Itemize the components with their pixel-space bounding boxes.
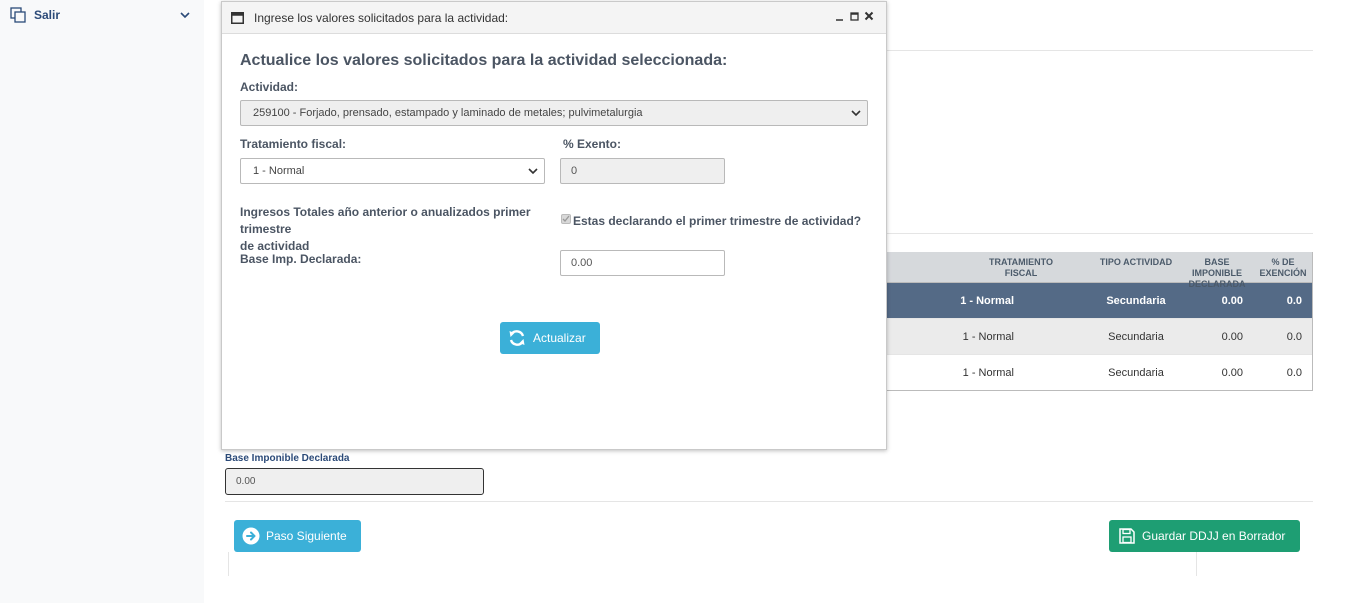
cell-exencion: 0.0 (1286, 366, 1302, 379)
maximize-icon[interactable] (847, 11, 861, 24)
base-imp-input[interactable]: 0.00 (560, 250, 725, 276)
sidebar-item-label: Salir (34, 8, 61, 22)
exento-label: % Exento: (563, 137, 622, 151)
top-divider (886, 50, 1313, 51)
header-base: BASE IMPONIBLE DECLARADA (1188, 257, 1246, 289)
close-icon[interactable] (862, 11, 876, 24)
primer-trimestre-label: Estas declarando el primer trimestre de … (573, 214, 862, 228)
base-imp-label: Base Imp. Declarada: (240, 252, 362, 266)
next-step-button[interactable]: Paso Siguiente (234, 520, 361, 552)
minimize-icon[interactable] (832, 12, 846, 24)
base-imponible-label: Base Imponible Declarada (225, 453, 350, 464)
floppy-disk-icon (1119, 528, 1135, 544)
arrow-right-circle-icon (242, 527, 260, 545)
primer-trimestre-checkbox[interactable] (561, 214, 571, 224)
save-draft-button[interactable]: Guardar DDJJ en Borrador (1109, 520, 1300, 552)
exento-field: 0 (560, 158, 725, 184)
table-header: TRATAMIENTO FISCAL TIPO ACTIVIDAD BASE I… (886, 252, 1312, 289)
copy-icon (10, 7, 26, 23)
chevron-down-icon (851, 110, 861, 117)
actividad-label: Actividad: (240, 80, 299, 94)
window-icon (231, 11, 244, 24)
tratamiento-fiscal-select[interactable]: 1 - Normal (240, 158, 545, 184)
save-draft-label: Guardar DDJJ en Borrador (1142, 529, 1286, 543)
cell-tipo: Secundaria (1108, 330, 1164, 343)
sidebar: Salir (0, 0, 204, 603)
chevron-down-icon (528, 168, 538, 175)
modal-header: Ingrese los valores solicitados para la … (222, 2, 886, 34)
activity-modal: Ingrese los valores solicitados para la … (221, 1, 887, 450)
header-tratamiento: TRATAMIENTO FISCAL (989, 257, 1053, 278)
cell-tratamiento: 1 - Normal (960, 294, 1014, 307)
table-row[interactable]: 1 - Normal Secundaria 0.00 0.0 (886, 319, 1312, 355)
base-imponible-field: 0.00 (225, 468, 484, 495)
modal-title: Ingrese los valores solicitados para la … (254, 10, 509, 25)
update-button[interactable]: Actualizar (500, 322, 600, 354)
tratamiento-fiscal-label: Tratamiento fiscal: (240, 137, 347, 151)
cell-tipo: Secundaria (1108, 366, 1164, 379)
next-step-label: Paso Siguiente (266, 529, 347, 543)
bottom-divider (225, 501, 1313, 502)
cell-tipo: Secundaria (1106, 294, 1166, 307)
mid-divider (886, 233, 1313, 234)
cell-tratamiento: 1 - Normal (962, 330, 1014, 343)
sidebar-item-salir[interactable]: Salir (10, 5, 190, 25)
cell-exencion: 0.0 (1286, 294, 1302, 307)
actividad-select[interactable]: 259100 - Forjado, prensado, estampado y … (240, 100, 868, 126)
cell-base: 0.00 (1221, 366, 1243, 379)
activities-table: TRATAMIENTO FISCAL TIPO ACTIVIDAD BASE I… (886, 252, 1313, 391)
modal-heading: Actualice los valores solicitados para l… (240, 52, 728, 69)
cell-base: 0.00 (1221, 330, 1243, 343)
cell-tratamiento: 1 - Normal (962, 366, 1014, 379)
cell-base: 0.00 (1221, 294, 1243, 307)
table-row[interactable]: 1 - Normal Secundaria 0.00 0.0 (886, 355, 1312, 391)
header-exencion: % DE EXENCIÓN (1259, 257, 1307, 278)
ingresos-label-line2: de actividad (240, 239, 310, 253)
chevron-down-icon[interactable] (180, 10, 190, 20)
refresh-icon (509, 330, 525, 346)
ingresos-label-line1: Ingresos Totales año anterior o anualiza… (240, 205, 531, 236)
update-button-label: Actualizar (533, 331, 586, 345)
ingresos-totales-label: Ingresos Totales año anterior o anualiza… (240, 204, 570, 255)
tratamiento-fiscal-value: 1 - Normal (253, 165, 305, 177)
header-tipo: TIPO ACTIVIDAD (1099, 257, 1173, 267)
left-border-line (228, 552, 229, 576)
actividad-select-value: 259100 - Forjado, prensado, estampado y … (253, 107, 643, 119)
cell-exencion: 0.0 (1286, 330, 1302, 343)
right-border-line (1196, 552, 1197, 576)
